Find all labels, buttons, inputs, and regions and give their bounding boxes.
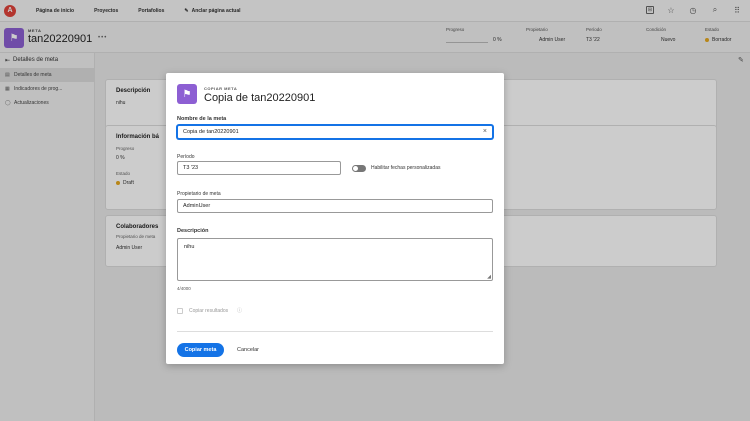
description-text: nihu <box>184 244 195 250</box>
description-field-label: Descripción <box>177 228 209 234</box>
cancel-button[interactable]: Cancelar <box>237 343 259 357</box>
clear-icon[interactable]: × <box>483 128 487 135</box>
resize-handle-icon[interactable]: ◢ <box>487 274 491 280</box>
goal-name-input[interactable]: Copia de tan20220901 × <box>177 125 493 139</box>
goal-flag-icon: ⚑ <box>177 84 197 104</box>
info-icon[interactable]: ⓘ <box>237 307 242 314</box>
dialog-type-label: COPIAR META <box>204 86 238 91</box>
goal-owner-input[interactable]: AdminUser <box>177 199 493 213</box>
copy-results-checkbox[interactable] <box>177 308 183 314</box>
footer-divider <box>177 331 493 332</box>
period-input[interactable]: T3 '23 <box>177 161 341 175</box>
copy-goal-button[interactable]: Copiar meta <box>177 343 224 357</box>
goal-owner-value: AdminUser <box>183 203 211 209</box>
copy-results-label: Copiar resultados <box>189 308 229 314</box>
goal-name-label: Nombre de la meta <box>177 116 227 122</box>
owner-field-label: Propietario de meta <box>177 191 221 197</box>
copy-goal-dialog: ⚑ COPIAR META Copia de tan20220901 Nombr… <box>166 73 504 364</box>
char-count: 4/4000 <box>177 286 191 291</box>
period-field-label: Período <box>177 154 195 160</box>
description-textarea[interactable]: nihu ◢ <box>177 238 493 281</box>
dialog-title: Copia de tan20220901 <box>204 92 316 104</box>
custom-dates-toggle[interactable] <box>352 165 366 172</box>
goal-name-value: Copia de tan20220901 <box>183 129 239 135</box>
period-input-value: T3 '23 <box>183 165 199 171</box>
custom-dates-label: Habilitar fechas personalizadas <box>371 165 441 171</box>
